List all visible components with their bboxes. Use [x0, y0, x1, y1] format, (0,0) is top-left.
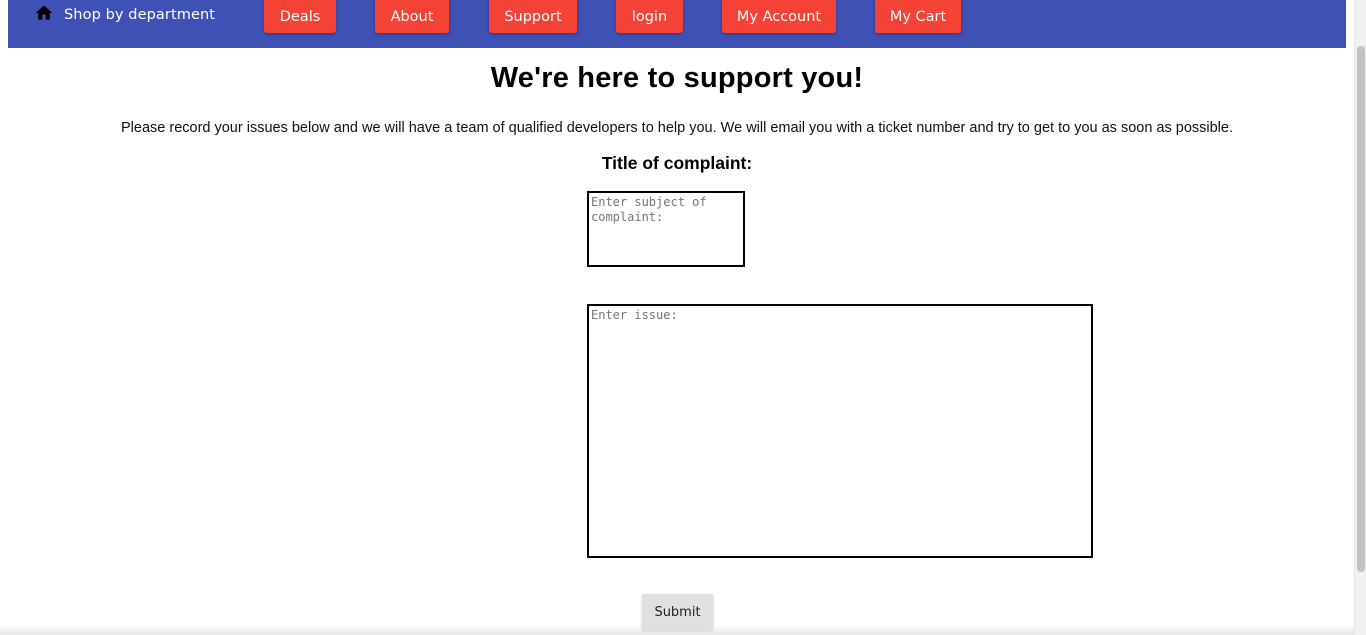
page-heading: We're here to support you! — [490, 62, 864, 94]
login-button[interactable]: login — [616, 0, 683, 33]
shop-by-department-link[interactable]: Shop by department — [64, 7, 215, 23]
bottom-shadow — [0, 625, 1354, 635]
home-icon[interactable] — [34, 3, 54, 23]
intro-text: Please record your issues below and we w… — [121, 120, 1233, 136]
vertical-scrollbar[interactable] — [1354, 0, 1366, 635]
support-page: Shop by department Deals About Support l… — [0, 0, 1354, 635]
top-navbar: Shop by department Deals About Support l… — [8, 0, 1346, 48]
scrollbar-thumb[interactable] — [1357, 46, 1365, 572]
about-button[interactable]: About — [375, 0, 449, 33]
support-button[interactable]: Support — [489, 0, 577, 33]
my-account-button[interactable]: My Account — [722, 0, 836, 33]
my-cart-button[interactable]: My Cart — [875, 0, 961, 33]
issue-input[interactable] — [587, 304, 1093, 558]
complaint-title-label: Title of complaint: — [601, 153, 753, 173]
complaint-subject-input[interactable] — [587, 191, 745, 267]
browser-viewport: Shop by department Deals About Support l… — [0, 0, 1366, 635]
deals-button[interactable]: Deals — [264, 0, 336, 33]
